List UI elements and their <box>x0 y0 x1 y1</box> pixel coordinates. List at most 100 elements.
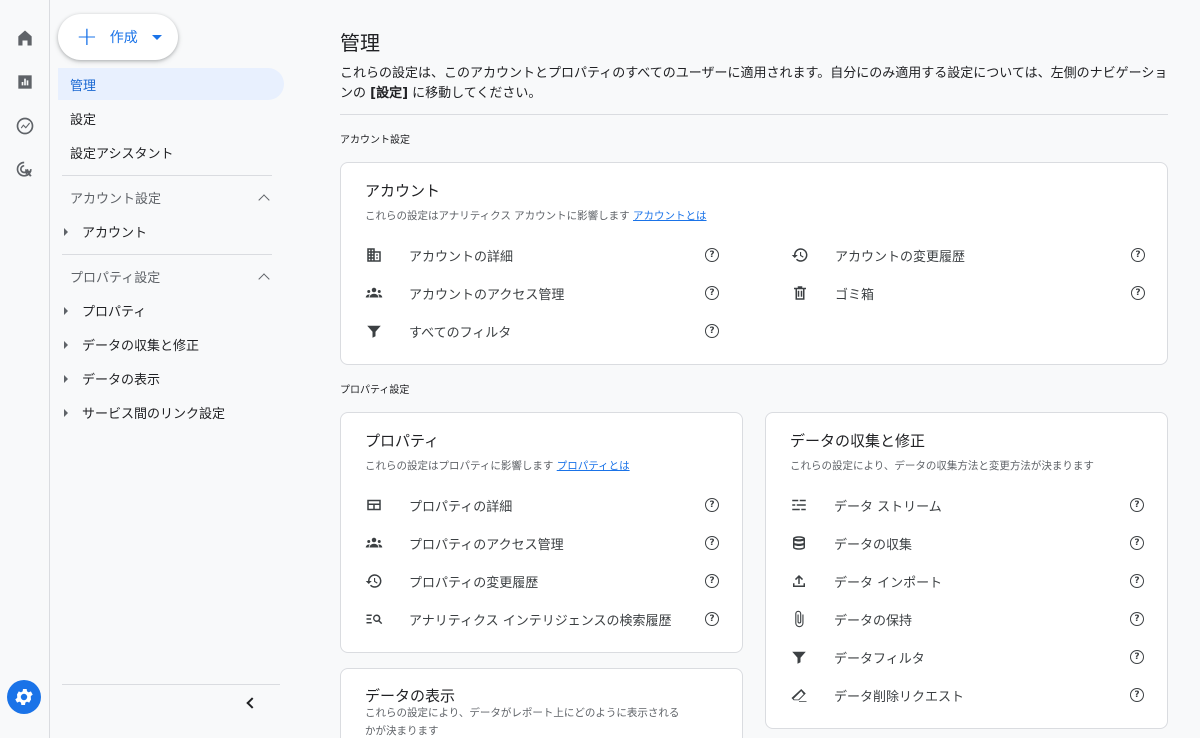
help-icon[interactable]: ? <box>705 286 719 300</box>
nav-sub-data-collection[interactable]: データの収集と修正 <box>64 335 199 354</box>
divider <box>340 114 1168 115</box>
all-filters-row[interactable]: すべてのフィルタ <box>363 320 511 342</box>
help-icon[interactable]: ? <box>705 248 719 262</box>
property-info-link[interactable]: プロパティとは <box>557 460 630 472</box>
stream-icon <box>788 494 810 516</box>
row-label: アナリティクス インテリジェンスの検索履歴 <box>409 613 672 629</box>
building-icon <box>363 244 385 266</box>
nav-sub-data-display[interactable]: データの表示 <box>64 369 160 388</box>
data-retention-row[interactable]: データの保持 <box>788 608 912 630</box>
row-label: データ ストリーム <box>834 499 942 515</box>
account-settings-section[interactable]: アカウント設定 <box>70 188 280 207</box>
help-icon[interactable]: ? <box>705 612 719 626</box>
chevron-left-icon <box>246 697 258 709</box>
trash-row[interactable]: ゴミ箱 <box>789 282 874 304</box>
advertising-icon[interactable] <box>9 154 41 186</box>
row-label: データの保持 <box>834 613 913 629</box>
filter-icon <box>788 646 810 668</box>
history-icon <box>789 244 811 266</box>
nav-item-admin[interactable]: 管理 <box>58 68 284 100</box>
help-icon[interactable]: ? <box>705 324 719 338</box>
property-details-row[interactable]: プロパティの詳細 <box>363 494 512 516</box>
help-icon[interactable]: ? <box>1131 248 1145 262</box>
expand-icon <box>64 374 68 383</box>
property-access-row[interactable]: プロパティのアクセス管理 <box>363 532 564 554</box>
account-details-row[interactable]: アカウントの詳細 <box>363 244 513 266</box>
intelligence-search-history-row[interactable]: アナリティクス インテリジェンスの検索履歴 <box>363 608 671 630</box>
page-description: これらの設定は、このアカウントとプロパティのすべてのユーザーに適用されます。自分… <box>340 64 1170 104</box>
row-label: ゴミ箱 <box>835 287 875 303</box>
help-icon[interactable]: ? <box>705 574 719 588</box>
nav-sub-property[interactable]: プロパティ <box>64 301 146 320</box>
help-icon[interactable]: ? <box>1130 536 1144 550</box>
row-label: アカウントのアクセス管理 <box>409 287 565 303</box>
reports-icon[interactable] <box>9 66 41 98</box>
eraser-icon <box>788 684 810 706</box>
card-subtitle: かが決まります <box>365 725 439 737</box>
property-card: プロパティ これらの設定はプロパティに影響します プロパティとは プロパティの詳… <box>340 412 743 653</box>
property-change-history-row[interactable]: プロパティの変更履歴 <box>363 570 538 592</box>
account-card: アカウント これらの設定はアナリティクス アカウントに影響します アカウントとは… <box>340 162 1168 365</box>
data-collection-row[interactable]: データの収集 <box>788 532 912 554</box>
help-icon[interactable]: ? <box>705 536 719 550</box>
expand-icon <box>64 306 68 315</box>
row-label: アカウントの変更履歴 <box>835 249 966 265</box>
group-icon <box>363 532 385 554</box>
collapse-nav-button[interactable] <box>62 684 280 724</box>
chevron-down-icon <box>151 34 162 40</box>
nav-item-setup-assistant[interactable]: 設定アシスタント <box>58 136 284 168</box>
row-label: データフィルタ <box>834 651 925 667</box>
card-subtitle-text: これらの設定はプロパティに影響します <box>365 460 554 472</box>
card-title: データの収集と修正 <box>790 432 926 450</box>
description-bold: [設定] <box>370 86 409 101</box>
history-icon <box>363 570 385 592</box>
retention-icon <box>788 608 810 630</box>
home-icon[interactable] <box>9 22 41 54</box>
row-label: プロパティの変更履歴 <box>409 575 539 591</box>
chevron-up-icon <box>258 193 270 206</box>
row-label: アカウントの詳細 <box>409 249 514 265</box>
help-icon[interactable]: ? <box>1130 574 1144 588</box>
card-subtitle: これらの設定により、データの収集方法と変更方法が決まります <box>790 460 1094 472</box>
explore-icon[interactable] <box>9 110 41 142</box>
card-subtitle: これらの設定はアナリティクス アカウントに影響します アカウントとは <box>365 208 707 223</box>
row-label: すべてのフィルタ <box>409 325 512 341</box>
account-change-history-row[interactable]: アカウントの変更履歴 <box>789 244 965 266</box>
property-settings-section[interactable]: プロパティ設定 <box>70 267 280 286</box>
account-access-row[interactable]: アカウントのアクセス管理 <box>363 282 564 304</box>
data-filters-row[interactable]: データフィルタ <box>788 646 925 668</box>
row-label: プロパティの詳細 <box>409 499 513 515</box>
help-icon[interactable]: ? <box>1130 498 1144 512</box>
nav-divider <box>62 175 272 176</box>
data-streams-row[interactable]: データ ストリーム <box>788 494 942 516</box>
data-display-card: データの表示 これらの設定により、データがレポート上にどのように表示される かが… <box>340 668 743 738</box>
filter-icon <box>363 320 385 342</box>
row-label: プロパティのアクセス管理 <box>409 537 564 553</box>
nav-sub-label: データの表示 <box>82 373 161 388</box>
nav-sub-account[interactable]: アカウント <box>64 222 147 241</box>
nav-item-settings[interactable]: 設定 <box>58 102 284 134</box>
data-deletion-requests-row[interactable]: データ削除リクエスト <box>788 684 964 706</box>
row-label: データ インポート <box>834 575 943 591</box>
chevron-up-icon <box>258 272 270 285</box>
card-title: プロパティ <box>365 432 440 450</box>
admin-nav: + 作成 管理 設定 設定アシスタント アカウント設定 アカウント プロパティ設… <box>50 0 300 738</box>
help-icon[interactable]: ? <box>705 498 719 512</box>
data-import-row[interactable]: データ インポート <box>788 570 942 592</box>
help-icon[interactable]: ? <box>1130 688 1144 702</box>
property-details-icon <box>363 494 385 516</box>
settings-icon[interactable] <box>7 680 41 714</box>
help-icon[interactable]: ? <box>1130 612 1144 626</box>
page-title: 管理 <box>340 31 380 55</box>
expand-icon <box>64 340 68 349</box>
nav-sub-product-links[interactable]: サービス間のリンク設定 <box>64 403 225 422</box>
account-info-link[interactable]: アカウントとは <box>633 210 707 222</box>
main-content: 管理 これらの設定は、このアカウントとプロパティのすべてのユーザーに適用されます… <box>300 0 1200 738</box>
create-label: 作成 <box>109 30 138 46</box>
section-title: アカウント設定 <box>70 192 162 207</box>
icon-rail <box>0 0 50 738</box>
nav-sub-label: アカウント <box>82 226 148 241</box>
help-icon[interactable]: ? <box>1131 286 1145 300</box>
create-button[interactable]: + 作成 <box>58 14 178 60</box>
help-icon[interactable]: ? <box>1130 650 1144 664</box>
